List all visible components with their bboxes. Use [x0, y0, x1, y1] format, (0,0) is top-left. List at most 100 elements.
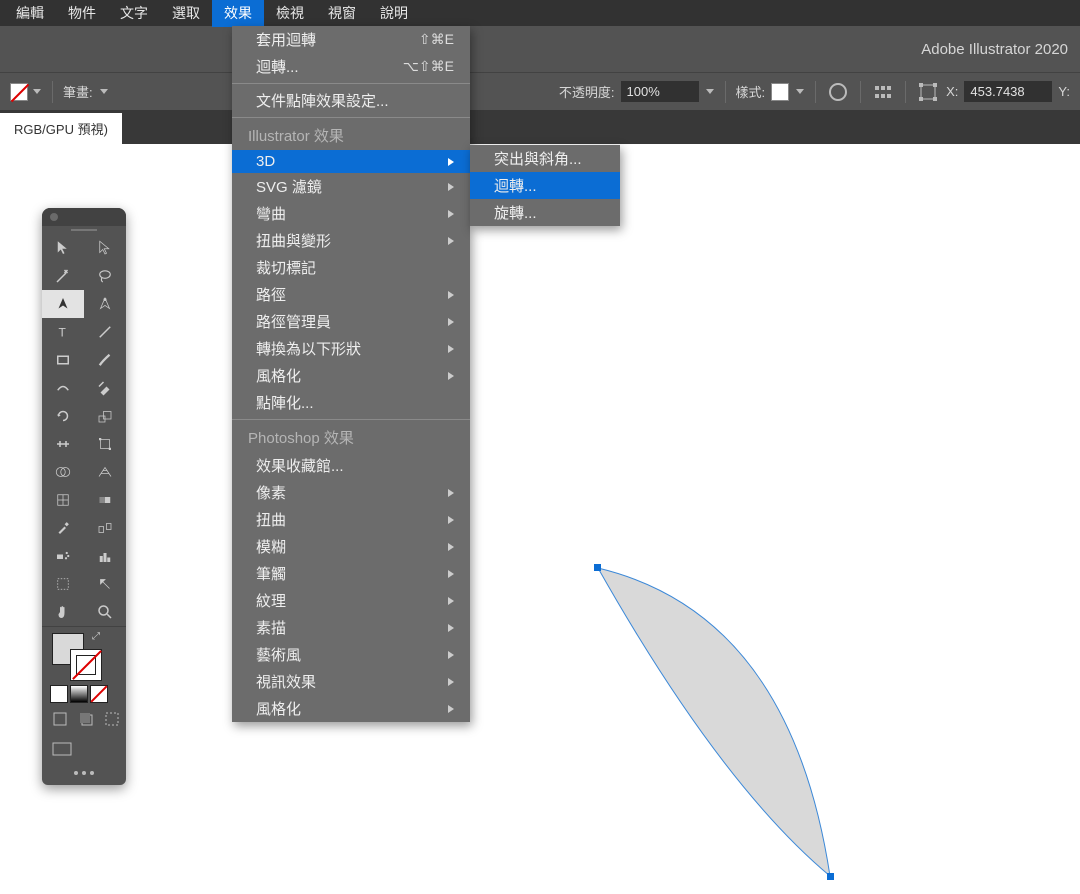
direct-selection-tool[interactable]	[84, 234, 126, 262]
menu-last-effect[interactable]: 迴轉...⌥⇧⌘E	[232, 53, 470, 80]
color-mode-none[interactable]	[90, 685, 108, 703]
eyedropper-tool[interactable]	[42, 514, 84, 542]
align-icon[interactable]	[871, 80, 895, 104]
menu-doc-raster-settings[interactable]: 文件點陣效果設定...	[232, 87, 470, 114]
type-tool[interactable]: T	[42, 318, 84, 346]
submenu-extrude-bevel[interactable]: 突出與斜角...	[470, 145, 620, 172]
curvature-tool[interactable]	[84, 290, 126, 318]
menu-warp[interactable]: 彎曲	[232, 200, 470, 227]
control-bar: 筆畫: 不透明度: 樣式: X: Y:	[0, 72, 1080, 110]
selected-path[interactable]	[590, 564, 850, 894]
shape-builder-tool[interactable]	[42, 458, 84, 486]
fill-swatch[interactable]	[10, 83, 28, 101]
fill-stroke-control[interactable]: ⤢	[42, 627, 126, 683]
menu-path[interactable]: 路徑	[232, 281, 470, 308]
menu-window[interactable]: 視窗	[316, 0, 368, 27]
menu-distort-transform[interactable]: 扭曲與變形	[232, 227, 470, 254]
menu-sketch[interactable]: 素描	[232, 614, 470, 641]
rotate-tool[interactable]	[42, 402, 84, 430]
menu-rasterize[interactable]: 點陣化...	[232, 389, 470, 416]
panel-header[interactable]	[42, 208, 126, 226]
color-mode-solid[interactable]	[50, 685, 68, 703]
draw-inside-icon[interactable]	[104, 711, 120, 732]
hand-tool[interactable]	[42, 598, 84, 626]
submenu-3d: 突出與斜角... 迴轉... 旋轉...	[470, 145, 620, 226]
line-tool[interactable]	[84, 318, 126, 346]
scale-tool[interactable]	[84, 402, 126, 430]
menu-pathfinder[interactable]: 路徑管理員	[232, 308, 470, 335]
menu-crop-marks[interactable]: 裁切標記	[232, 254, 470, 281]
draw-normal-icon[interactable]	[52, 711, 68, 732]
style-label: 樣式:	[736, 82, 766, 101]
perspective-grid-tool[interactable]	[84, 458, 126, 486]
zoom-tool[interactable]	[84, 598, 126, 626]
lasso-tool[interactable]	[84, 262, 126, 290]
opacity-dropdown-icon[interactable]	[705, 87, 715, 97]
anchor-point[interactable]	[827, 873, 834, 880]
app-title: Adobe Illustrator 2020	[921, 41, 1068, 58]
stroke-label: 筆畫:	[63, 82, 93, 101]
menu-artistic[interactable]: 藝術風	[232, 641, 470, 668]
blend-tool[interactable]	[84, 514, 126, 542]
menu-effect[interactable]: 效果	[212, 0, 264, 27]
submenu-rotate[interactable]: 旋轉...	[470, 199, 620, 226]
magic-wand-tool[interactable]	[42, 262, 84, 290]
menu-convert-shape[interactable]: 轉換為以下形狀	[232, 335, 470, 362]
style-dropdown-icon[interactable]	[795, 87, 805, 97]
menu-apply-last-effect[interactable]: 套用迴轉⇧⌘E	[232, 26, 470, 53]
pen-tool[interactable]	[42, 290, 84, 318]
menu-help[interactable]: 說明	[368, 0, 420, 27]
menu-3d[interactable]: 3D	[232, 150, 470, 173]
artboard-tool[interactable]	[42, 570, 84, 598]
canvas[interactable]	[0, 144, 1080, 846]
edit-toolbar-button[interactable]	[42, 765, 126, 785]
menu-video[interactable]: 視訊效果	[232, 668, 470, 695]
anchor-point[interactable]	[594, 564, 601, 571]
y-label: Y:	[1058, 84, 1070, 99]
menu-pixelate[interactable]: 像素	[232, 479, 470, 506]
submenu-revolve[interactable]: 迴轉...	[470, 172, 620, 199]
swap-fill-stroke-icon[interactable]: ⤢	[92, 631, 100, 642]
color-mode-gradient[interactable]	[70, 685, 88, 703]
stroke-width-dropdown-icon[interactable]	[99, 87, 109, 97]
x-input[interactable]	[964, 81, 1052, 102]
menu-texture[interactable]: 紋理	[232, 587, 470, 614]
mesh-tool[interactable]	[42, 486, 84, 514]
rectangle-tool[interactable]	[42, 346, 84, 374]
menu-type[interactable]: 文字	[108, 0, 160, 27]
symbol-sprayer-tool[interactable]	[42, 542, 84, 570]
selection-tool[interactable]	[42, 234, 84, 262]
effects-menu: 套用迴轉⇧⌘E 迴轉...⌥⇧⌘E 文件點陣效果設定... Illustrato…	[232, 26, 470, 722]
width-tool[interactable]	[42, 430, 84, 458]
recolor-icon[interactable]	[826, 80, 850, 104]
stroke-color-box[interactable]	[70, 649, 102, 681]
transform-icon[interactable]	[916, 80, 940, 104]
shaper-tool[interactable]	[42, 374, 84, 402]
style-swatch[interactable]	[771, 83, 789, 101]
svg-text:T: T	[59, 326, 67, 340]
menu-blur[interactable]: 模糊	[232, 533, 470, 560]
menu-view[interactable]: 檢視	[264, 0, 316, 27]
slice-tool[interactable]	[84, 570, 126, 598]
draw-behind-icon[interactable]	[78, 711, 94, 732]
gradient-tool[interactable]	[84, 486, 126, 514]
menu-edit[interactable]: 編輯	[4, 0, 56, 27]
opacity-input[interactable]	[621, 81, 699, 102]
tools-panel: T ⤢	[42, 208, 126, 785]
free-transform-tool[interactable]	[84, 430, 126, 458]
document-tabs: RGB/GPU 預視)	[0, 110, 1080, 144]
menu-object[interactable]: 物件	[56, 0, 108, 27]
menu-brush-strokes[interactable]: 筆觸	[232, 560, 470, 587]
menu-select[interactable]: 選取	[160, 0, 212, 27]
menu-effect-gallery[interactable]: 效果收藏館...	[232, 452, 470, 479]
menu-svg-filters[interactable]: SVG 濾鏡	[232, 173, 470, 200]
menu-stylize-ai[interactable]: 風格化	[232, 362, 470, 389]
document-tab[interactable]: RGB/GPU 預視)	[0, 113, 122, 144]
paintbrush-tool[interactable]	[84, 346, 126, 374]
screen-mode-icon[interactable]	[42, 738, 126, 765]
eraser-tool[interactable]	[84, 374, 126, 402]
menu-stylize-ps[interactable]: 風格化	[232, 695, 470, 722]
menu-distort-ps[interactable]: 扭曲	[232, 506, 470, 533]
fill-dropdown-icon[interactable]	[32, 87, 42, 97]
column-graph-tool[interactable]	[84, 542, 126, 570]
